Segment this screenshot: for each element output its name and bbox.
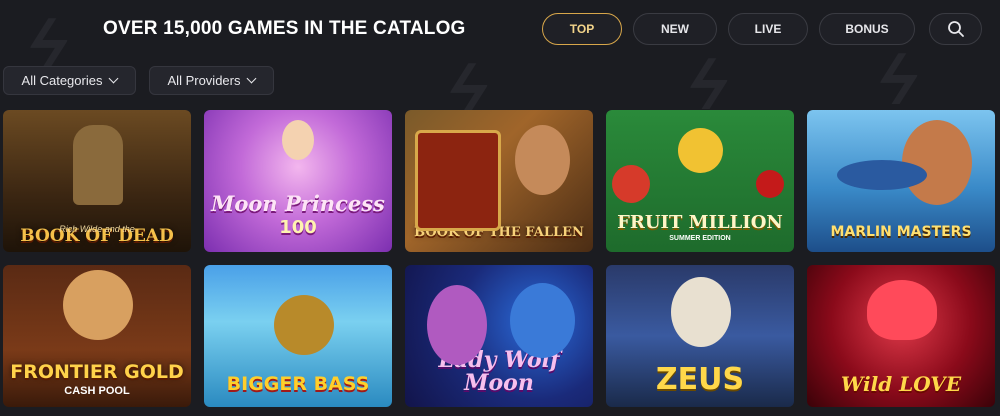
game-title: ZEUS — [655, 361, 745, 397]
chevron-down-icon — [247, 73, 257, 84]
page-title: OVER 15,000 GAMES IN THE CATALOG — [103, 18, 466, 39]
category-tabs: TOP NEW LIVE BONUS — [542, 13, 915, 45]
game-artwork — [274, 295, 334, 355]
background-bolt-decoration: ϟ — [869, 41, 928, 119]
game-subtitle: 100 — [279, 217, 317, 238]
tab-live[interactable]: LIVE — [728, 13, 808, 45]
categories-dropdown-label: All Categories — [21, 73, 103, 88]
game-tile-book-of-dead[interactable]: Rich Wilde and the BOOK OF DEAD — [3, 110, 191, 252]
game-title-group: FRUIT MILLION SUMMER EDITION — [611, 212, 789, 242]
game-title: FRONTIER GOLD — [10, 361, 184, 384]
game-artwork — [415, 130, 501, 231]
tab-new[interactable]: NEW — [633, 13, 717, 45]
game-title: MARLIN MASTERS — [830, 224, 972, 241]
search-button[interactable] — [929, 13, 982, 45]
game-artwork — [510, 283, 575, 358]
game-tile-lady-wolf-moon[interactable]: Lady Wolf Moon — [405, 265, 593, 407]
game-artwork — [902, 120, 972, 205]
providers-dropdown-label: All Providers — [167, 73, 241, 88]
game-title-group: FRONTIER GOLD CASH POOL — [4, 361, 190, 397]
game-title: FRUIT MILLION — [617, 212, 783, 234]
game-tile-zeus[interactable]: ZEUS — [606, 265, 794, 407]
game-artwork — [837, 160, 927, 190]
game-artwork — [678, 128, 723, 173]
providers-dropdown[interactable]: All Providers — [149, 66, 274, 95]
game-tile-marlin-masters[interactable]: MARLIN MASTERS — [807, 110, 995, 252]
game-title-group: Moon Princess 100 — [205, 190, 391, 238]
game-artwork — [427, 285, 487, 365]
tab-top[interactable]: TOP — [542, 13, 622, 45]
game-artwork — [867, 280, 937, 340]
game-artwork — [282, 120, 314, 160]
game-title: Wild LOVE — [840, 372, 962, 396]
game-artwork — [756, 170, 784, 198]
game-subtitle: CASH POOL — [64, 385, 130, 397]
game-tile-frontier-gold[interactable]: FRONTIER GOLD CASH POOL — [3, 265, 191, 407]
tab-bonus[interactable]: BONUS — [819, 13, 915, 45]
game-artwork — [73, 125, 123, 205]
categories-dropdown[interactable]: All Categories — [3, 66, 136, 95]
game-artwork — [63, 270, 133, 340]
game-title: BIGGER BASS — [226, 373, 370, 396]
game-tile-moon-princess[interactable]: Moon Princess 100 — [204, 110, 392, 252]
chevron-down-icon — [109, 73, 119, 84]
game-artwork — [671, 277, 731, 347]
game-tile-bigger-bass[interactable]: BIGGER BASS — [204, 265, 392, 407]
game-title: Lady Wolf Moon — [438, 346, 560, 396]
game-artwork — [612, 165, 650, 203]
game-subtitle: SUMMER EDITION — [669, 235, 731, 242]
search-icon — [947, 21, 964, 37]
game-tile-book-of-the-fallen[interactable]: BOOK OF THE FALLEN — [405, 110, 593, 252]
game-artwork — [515, 125, 570, 195]
game-tile-fruit-million[interactable]: FRUIT MILLION SUMMER EDITION — [606, 110, 794, 252]
game-subtitle: Rich Wilde and the — [59, 224, 135, 234]
game-title: Moon Princess — [211, 190, 385, 216]
game-tile-wild-love[interactable]: Wild LOVE — [807, 265, 995, 407]
